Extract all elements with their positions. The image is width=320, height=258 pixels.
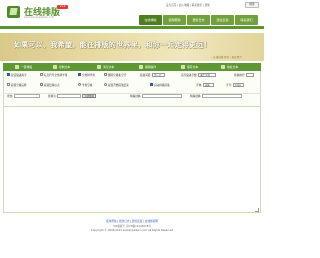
opt-halfwidth-space[interactable]: 半角空格 — [78, 83, 92, 88]
replace-all-button[interactable]: 全部替换 — [82, 94, 96, 98]
opt-fullwidth[interactable]: 全角转半角 — [78, 73, 95, 78]
save-icon — [181, 65, 185, 69]
version-badge: V2.0 — [57, 5, 68, 9]
opt-font-size: 字号: 12px — [226, 83, 244, 88]
special-replace-input[interactable] — [142, 94, 183, 98]
copy-text-button[interactable]: 复制文本 — [52, 63, 70, 71]
opt-paragraph-spacing: 段落间距: 空一行 — [140, 73, 166, 78]
nav-tab-help[interactable]: 使用帮助 — [163, 15, 186, 25]
opt-indent-count: 首行缩进字数: 两个字符 — [181, 73, 217, 78]
save-text-button[interactable]: 保存文本 — [180, 63, 198, 71]
nav-tab-changelog[interactable]: 更新日志 — [187, 15, 210, 25]
opt-font: 字体: 宋体 — [196, 83, 214, 88]
opt-indent[interactable]: 段首缩进两字 — [7, 73, 27, 78]
footer: 使用帮助 | 更新日志 | 建议反馈 | 在线排版网 ICP备案号 京ICP备1… — [0, 220, 264, 234]
top-search-button[interactable]: 搜索 — [245, 2, 259, 8]
font-size-select[interactable]: 12px — [232, 83, 244, 87]
opt-auto-format[interactable]: 自动排版段落 — [150, 83, 170, 88]
opt-remove-spaces[interactable]: 删除空格和空行 — [104, 73, 126, 78]
opt-punct[interactable]: 标点符号全角转半角 — [40, 73, 67, 78]
footer-copyright: Copyright © 2008-2013 zaixianpaiban.com … — [90, 229, 174, 232]
restore-icon — [221, 65, 225, 69]
checkbox-checked[interactable] — [78, 73, 81, 77]
replace-input[interactable] — [57, 94, 82, 98]
opt-replace-newline: 替换换行: — [234, 73, 255, 78]
checkbox[interactable] — [104, 73, 107, 77]
format-button[interactable]: 一键排版 — [14, 63, 32, 71]
radio[interactable] — [104, 83, 107, 87]
clear-icon — [97, 65, 101, 69]
checkbox-checked[interactable] — [150, 83, 153, 87]
find-input[interactable] — [13, 94, 40, 98]
nav-tab-contact[interactable]: 联系我们 — [235, 15, 258, 25]
header-divider — [0, 26, 264, 29]
special-replace-group-2: 特殊替换: — [190, 94, 243, 99]
undo-button[interactable]: 撤销操作 — [138, 63, 156, 71]
banner-slogan: 如果可以，我希望，能在排版的世界里，和你一起走得更远！ — [14, 41, 212, 49]
checkbox-checked[interactable] — [7, 73, 10, 77]
nav-tab-feedback[interactable]: 建议反馈 — [211, 15, 234, 25]
opt-ending-punct[interactable]: 段落结尾标点 — [40, 83, 60, 88]
banner-note: — 在线排版·我们一直在努力 — [210, 56, 242, 59]
resize-grip-icon[interactable] — [255, 208, 259, 212]
text-editor[interactable] — [3, 106, 261, 213]
restore-text-button[interactable]: 恢复文本 — [220, 63, 238, 71]
nav-tab-home[interactable]: 在线排版 — [139, 15, 162, 25]
checkbox[interactable] — [7, 83, 10, 87]
indent-count-select[interactable]: 两个字符 — [198, 73, 217, 77]
special-replace-group: 特殊替换: — [130, 94, 183, 99]
top-links[interactable]: 设为首页 | 加入收藏 | 联系我们 | 帮助 — [166, 3, 210, 7]
clear-text-button[interactable]: 清空文本 — [96, 63, 114, 71]
logo-icon — [7, 6, 20, 18]
checkbox[interactable] — [40, 83, 43, 87]
opt-paragraph-bounds[interactable]: 段落开始段落结束 — [104, 83, 129, 88]
replace-newline-select[interactable] — [246, 73, 255, 77]
format-icon — [15, 65, 19, 69]
special-replace-input-2[interactable] — [202, 94, 243, 98]
logo-subtitle: www.zaixianpaiban.com — [24, 16, 55, 19]
font-select[interactable]: 宋体 — [202, 83, 214, 87]
paragraph-spacing-select[interactable]: 空一行 — [152, 73, 166, 77]
find-group: 查找: — [7, 94, 40, 99]
checkbox[interactable] — [40, 73, 43, 77]
copy-icon — [53, 65, 57, 69]
opt-space-move[interactable]: 段落空格后移 — [7, 83, 27, 88]
replace-group: 替换为: 全部替换 — [48, 94, 96, 98]
undo-icon — [139, 65, 143, 69]
radio-selected[interactable] — [78, 83, 81, 87]
